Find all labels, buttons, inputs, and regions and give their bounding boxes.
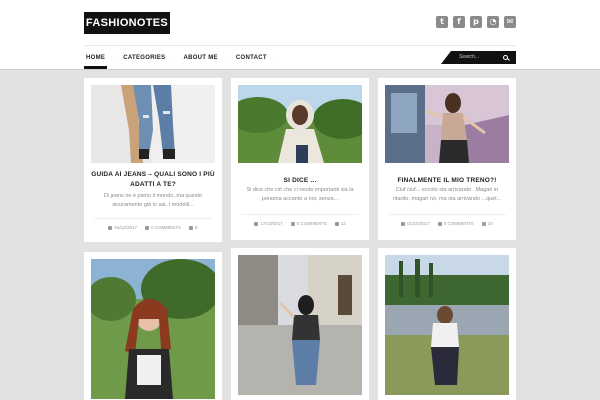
nav-separator: ·: [225, 55, 228, 61]
calendar-icon: [108, 225, 113, 230]
post-likes[interactable]: 12: [334, 221, 346, 226]
nav-contact[interactable]: CONTACT: [234, 50, 269, 66]
pinterest-icon[interactable]: p: [470, 16, 482, 28]
post-likes[interactable]: 8: [189, 225, 198, 230]
heart-icon: [189, 225, 194, 230]
post-comments[interactable]: 0 COMMENTS: [290, 221, 327, 226]
post-meta: 04/12/2017 0 COMMENTS 8: [84, 225, 222, 230]
comment-icon: [290, 221, 295, 226]
comment-icon: [437, 221, 442, 226]
post-title[interactable]: FINALMENTE IL MIO TRENO?!: [385, 176, 509, 186]
post-card[interactable]: GUIDA AI JEANS – QUALI SONO I PIÙ ADATTI…: [84, 78, 222, 242]
site-header: FASHIONOTES t f p ◔ ✉ HOME · CATEGORIES …: [0, 0, 600, 70]
post-excerpt: Di jeans ne è pieno il mondo, ma questo …: [103, 193, 203, 208]
post-excerpt: Ciuf ciuf... eccolo sta arrivando . Maga…: [392, 187, 502, 202]
search-input[interactable]: Search...: [459, 54, 479, 60]
twitter-icon[interactable]: t: [436, 16, 448, 28]
social-links: t f p ◔ ✉: [436, 16, 516, 28]
post-meta: 17/10/2017 0 COMMENTS 12: [231, 221, 369, 226]
calendar-icon: [401, 221, 406, 226]
card-divider: [388, 214, 506, 215]
post-image[interactable]: [385, 255, 509, 395]
search-icon[interactable]: [503, 55, 508, 60]
post-date: 01/10/2017: [401, 221, 430, 226]
post-title[interactable]: SI DICE ...: [238, 176, 362, 186]
post-image[interactable]: [91, 85, 215, 163]
calendar-icon: [254, 221, 259, 226]
nav-home[interactable]: HOME: [84, 50, 108, 69]
post-card[interactable]: FINALMENTE IL MIO TRENO?! Ciuf ciuf... e…: [378, 78, 516, 240]
post-date: 17/10/2017: [254, 221, 283, 226]
comment-icon: [145, 225, 149, 230]
post-comments[interactable]: 0 COMMENTS: [437, 221, 474, 226]
nav-separator: ·: [173, 55, 176, 61]
post-title[interactable]: GUIDA AI JEANS – QUALI SONO I PIÙ ADATTI…: [91, 170, 215, 190]
nav-categories[interactable]: CATEGORIES: [121, 50, 167, 66]
nav-separator: ·: [274, 55, 277, 61]
post-card[interactable]: [378, 248, 516, 400]
post-card[interactable]: [231, 248, 369, 400]
main-nav: HOME · CATEGORIES · ABOUT ME · CONTACT ·: [84, 50, 283, 69]
post-likes[interactable]: 10: [481, 221, 493, 226]
heart-icon: [481, 221, 486, 226]
post-image[interactable]: [238, 85, 362, 163]
post-card[interactable]: [84, 252, 222, 400]
post-image[interactable]: [91, 259, 215, 399]
post-image[interactable]: [238, 255, 362, 395]
card-divider: [94, 218, 212, 219]
mail-icon[interactable]: ✉: [504, 16, 516, 28]
post-card[interactable]: SI DICE ... Si dice che ciò che ci rende…: [231, 78, 369, 240]
heart-icon: [334, 221, 339, 226]
site-logo[interactable]: FASHIONOTES: [84, 12, 170, 34]
post-comments[interactable]: 0 COMMENTS: [145, 225, 181, 230]
post-image[interactable]: [385, 85, 509, 163]
rss-icon[interactable]: ◔: [487, 16, 499, 28]
post-excerpt: Si dice che ciò che ci rende importanti …: [246, 187, 354, 202]
nav-about-me[interactable]: ABOUT ME: [181, 50, 219, 66]
nav-separator: ·: [113, 55, 116, 61]
search-box[interactable]: Search...: [441, 51, 516, 64]
post-meta: 01/10/2017 0 COMMENTS 10: [378, 221, 516, 226]
card-divider: [241, 214, 359, 215]
facebook-icon[interactable]: f: [453, 16, 465, 28]
nav-divider: [84, 45, 516, 46]
post-date: 04/12/2017: [108, 225, 137, 230]
